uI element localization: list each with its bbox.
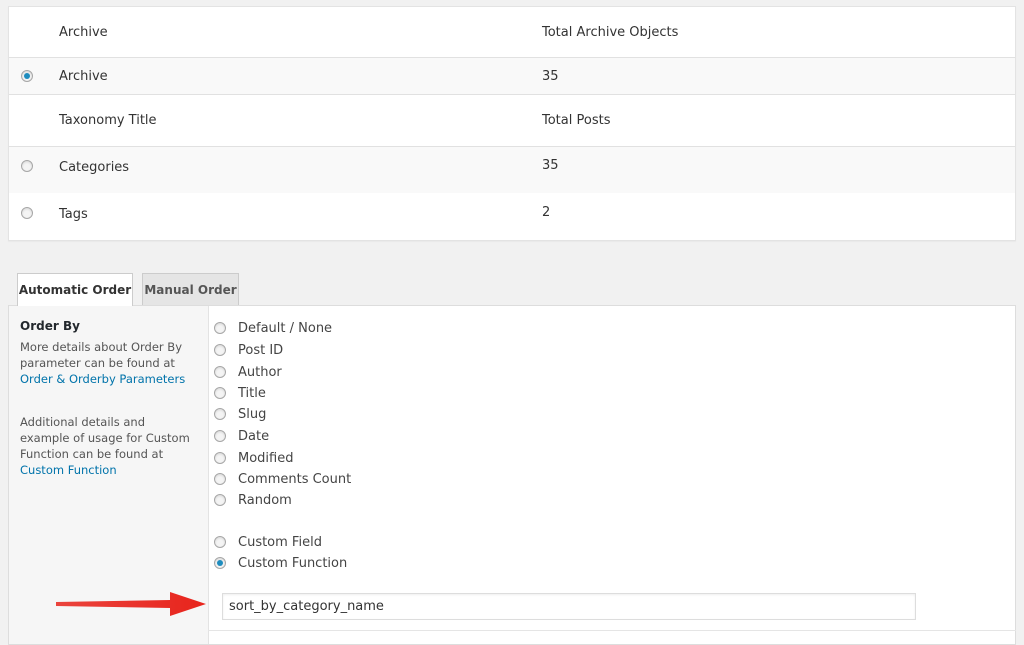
taxonomy-row-categories[interactable]: Categories 35 [9,147,1015,193]
order-option-radio[interactable] [214,430,226,442]
tab-manual-order[interactable]: Manual Order [142,273,239,305]
order-option-slug[interactable]: Slug [214,406,266,422]
tags-name: Tags [59,207,88,222]
custom-function-help-desc: Additional details and example of usage … [20,415,190,461]
categories-count: 35 [542,158,559,173]
archive-radio[interactable] [21,70,33,82]
taxonomy-header-count: Total Posts [542,113,611,128]
custom-function-link[interactable]: Custom Function [20,463,117,477]
order-option-radio[interactable] [214,557,226,569]
order-option-modified[interactable]: Modified [214,450,293,466]
archive-header-count: Total Archive Objects [542,24,679,40]
order-option-radio[interactable] [214,344,226,356]
order-option-radio[interactable] [214,494,226,506]
panel-divider [208,630,1016,631]
order-option-label: Custom Function [238,555,348,571]
custom-function-input[interactable] [222,593,916,620]
order-by-help-desc: More details about Order By parameter ca… [20,340,182,370]
order-option-radio[interactable] [214,536,226,548]
radio-dot-icon [24,73,30,79]
orderby-parameters-link[interactable]: Order & Orderby Parameters [20,372,185,386]
tags-count: 2 [542,205,551,220]
order-option-label: Slug [238,406,267,422]
order-option-label: Random [238,492,292,508]
order-option-label: Default / None [238,320,333,336]
archive-row-name: Archive [59,68,108,84]
order-option-post-id[interactable]: Post ID [214,342,283,358]
archive-row[interactable]: Archive 35 [9,58,1015,95]
archive-header-row: Archive Total Archive Objects [9,7,1015,58]
categories-name: Categories [59,160,130,175]
taxonomy-row-tags[interactable]: Tags 2 [9,193,1015,240]
arrow-shape [56,592,206,616]
red-arrow-icon [56,592,206,616]
order-option-title[interactable]: Title [214,385,266,401]
order-option-radio[interactable] [214,473,226,485]
radio-dot-icon [217,560,223,566]
taxonomy-header-title: Taxonomy Title [59,113,157,128]
order-option-label: Modified [238,450,294,466]
custom-function-help-text: Additional details and example of usage … [20,414,198,478]
order-option-label: Post ID [238,342,284,358]
archive-header-label: Archive [59,24,108,40]
order-by-title: Order By [20,319,80,333]
order-option-default[interactable]: Default / None [214,320,332,336]
tags-radio[interactable] [21,207,33,219]
categories-radio[interactable] [21,160,33,172]
order-option-author[interactable]: Author [214,364,282,380]
tags-radio-cell[interactable] [21,193,33,240]
order-option-random[interactable]: Random [214,492,292,508]
archive-row-count: 35 [542,68,559,84]
archive-taxonomy-table: Archive Total Archive Objects Archive 35… [8,6,1016,241]
tab-automatic-order[interactable]: Automatic Order [17,273,133,306]
order-option-radio[interactable] [214,452,226,464]
order-option-radio[interactable] [214,387,226,399]
order-option-date[interactable]: Date [214,428,269,444]
order-option-custom-field[interactable]: Custom Field [214,534,322,550]
order-option-label: Author [238,364,282,380]
order-option-radio[interactable] [214,322,226,334]
categories-radio-cell[interactable] [21,147,33,193]
order-option-comments-count[interactable]: Comments Count [214,471,351,487]
order-option-label: Custom Field [238,534,322,550]
order-option-label: Title [238,385,266,401]
order-option-radio[interactable] [214,366,226,378]
order-option-radio[interactable] [214,408,226,420]
order-option-label: Date [238,428,270,444]
order-by-help-text: More details about Order By parameter ca… [20,339,198,387]
order-option-label: Comments Count [238,471,352,487]
taxonomy-header-row: Taxonomy Title Total Posts [9,95,1015,147]
order-option-custom-function[interactable]: Custom Function [214,555,347,571]
archive-radio-cell[interactable] [21,58,33,94]
